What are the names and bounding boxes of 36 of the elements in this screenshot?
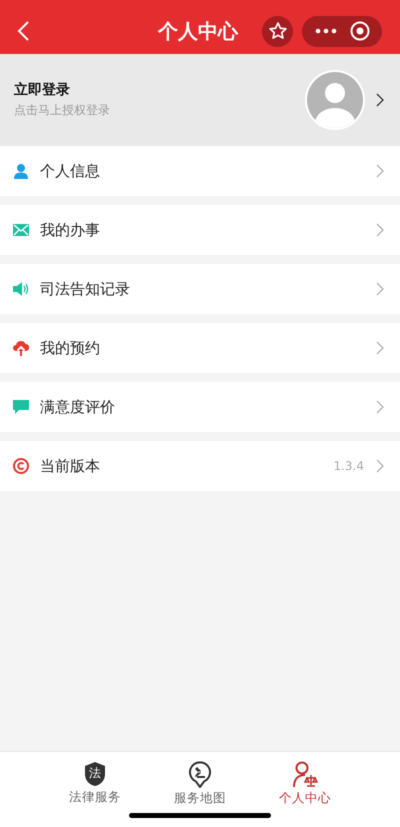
login-hint: 点击马上授权登录 — [14, 102, 110, 119]
menu-item[interactable]: 当前版本 1.3.4 — [0, 441, 400, 491]
more-icon[interactable] — [314, 28, 336, 34]
avatar-icon — [304, 69, 366, 131]
tab[interactable]: 法 法律服务 — [58, 761, 132, 807]
chevron-icon — [376, 341, 384, 355]
chevron-icon — [376, 459, 384, 473]
menu-label: 满意度评价 — [40, 398, 115, 416]
chevron-icon — [376, 223, 384, 237]
menu-label: 我的办事 — [40, 220, 100, 240]
favorite-button[interactable] — [262, 16, 293, 46]
back-icon[interactable] — [16, 20, 30, 42]
person-scale-icon — [292, 761, 318, 788]
login-title: 立即登录 — [14, 81, 71, 99]
menu-item[interactable]: 满意度评价 — [0, 382, 400, 432]
close-icon[interactable] — [350, 21, 370, 41]
star-icon — [268, 21, 288, 41]
version-number: 1.3.4 — [333, 459, 364, 473]
tab[interactable]: 个人中心 — [268, 761, 342, 807]
menu-item[interactable]: 我的预约 — [0, 323, 400, 373]
menu-label: 个人信息 — [40, 162, 100, 180]
tab[interactable]: 服务地图 — [162, 761, 238, 807]
map-pin-icon — [189, 761, 211, 788]
chevron-icon — [376, 164, 384, 178]
menu-label: 我的预约 — [40, 338, 100, 358]
menu-item[interactable]: 我的办事 — [0, 205, 400, 255]
login-panel[interactable]: 立即登录 点击马上授权登录 — [0, 54, 400, 146]
chevron-icon — [376, 400, 384, 414]
page-title: 个人中心 — [158, 18, 238, 45]
chevron-icon — [376, 282, 384, 296]
menu-label: 司法告知记录 — [40, 280, 130, 298]
menu-label: 当前版本 — [40, 456, 100, 476]
chevron-icon — [376, 93, 384, 107]
shield-icon: 法 — [84, 761, 106, 787]
menu-item[interactable]: 司法告知记录 — [0, 264, 400, 314]
menu-item[interactable]: 个人信息 — [0, 146, 400, 196]
